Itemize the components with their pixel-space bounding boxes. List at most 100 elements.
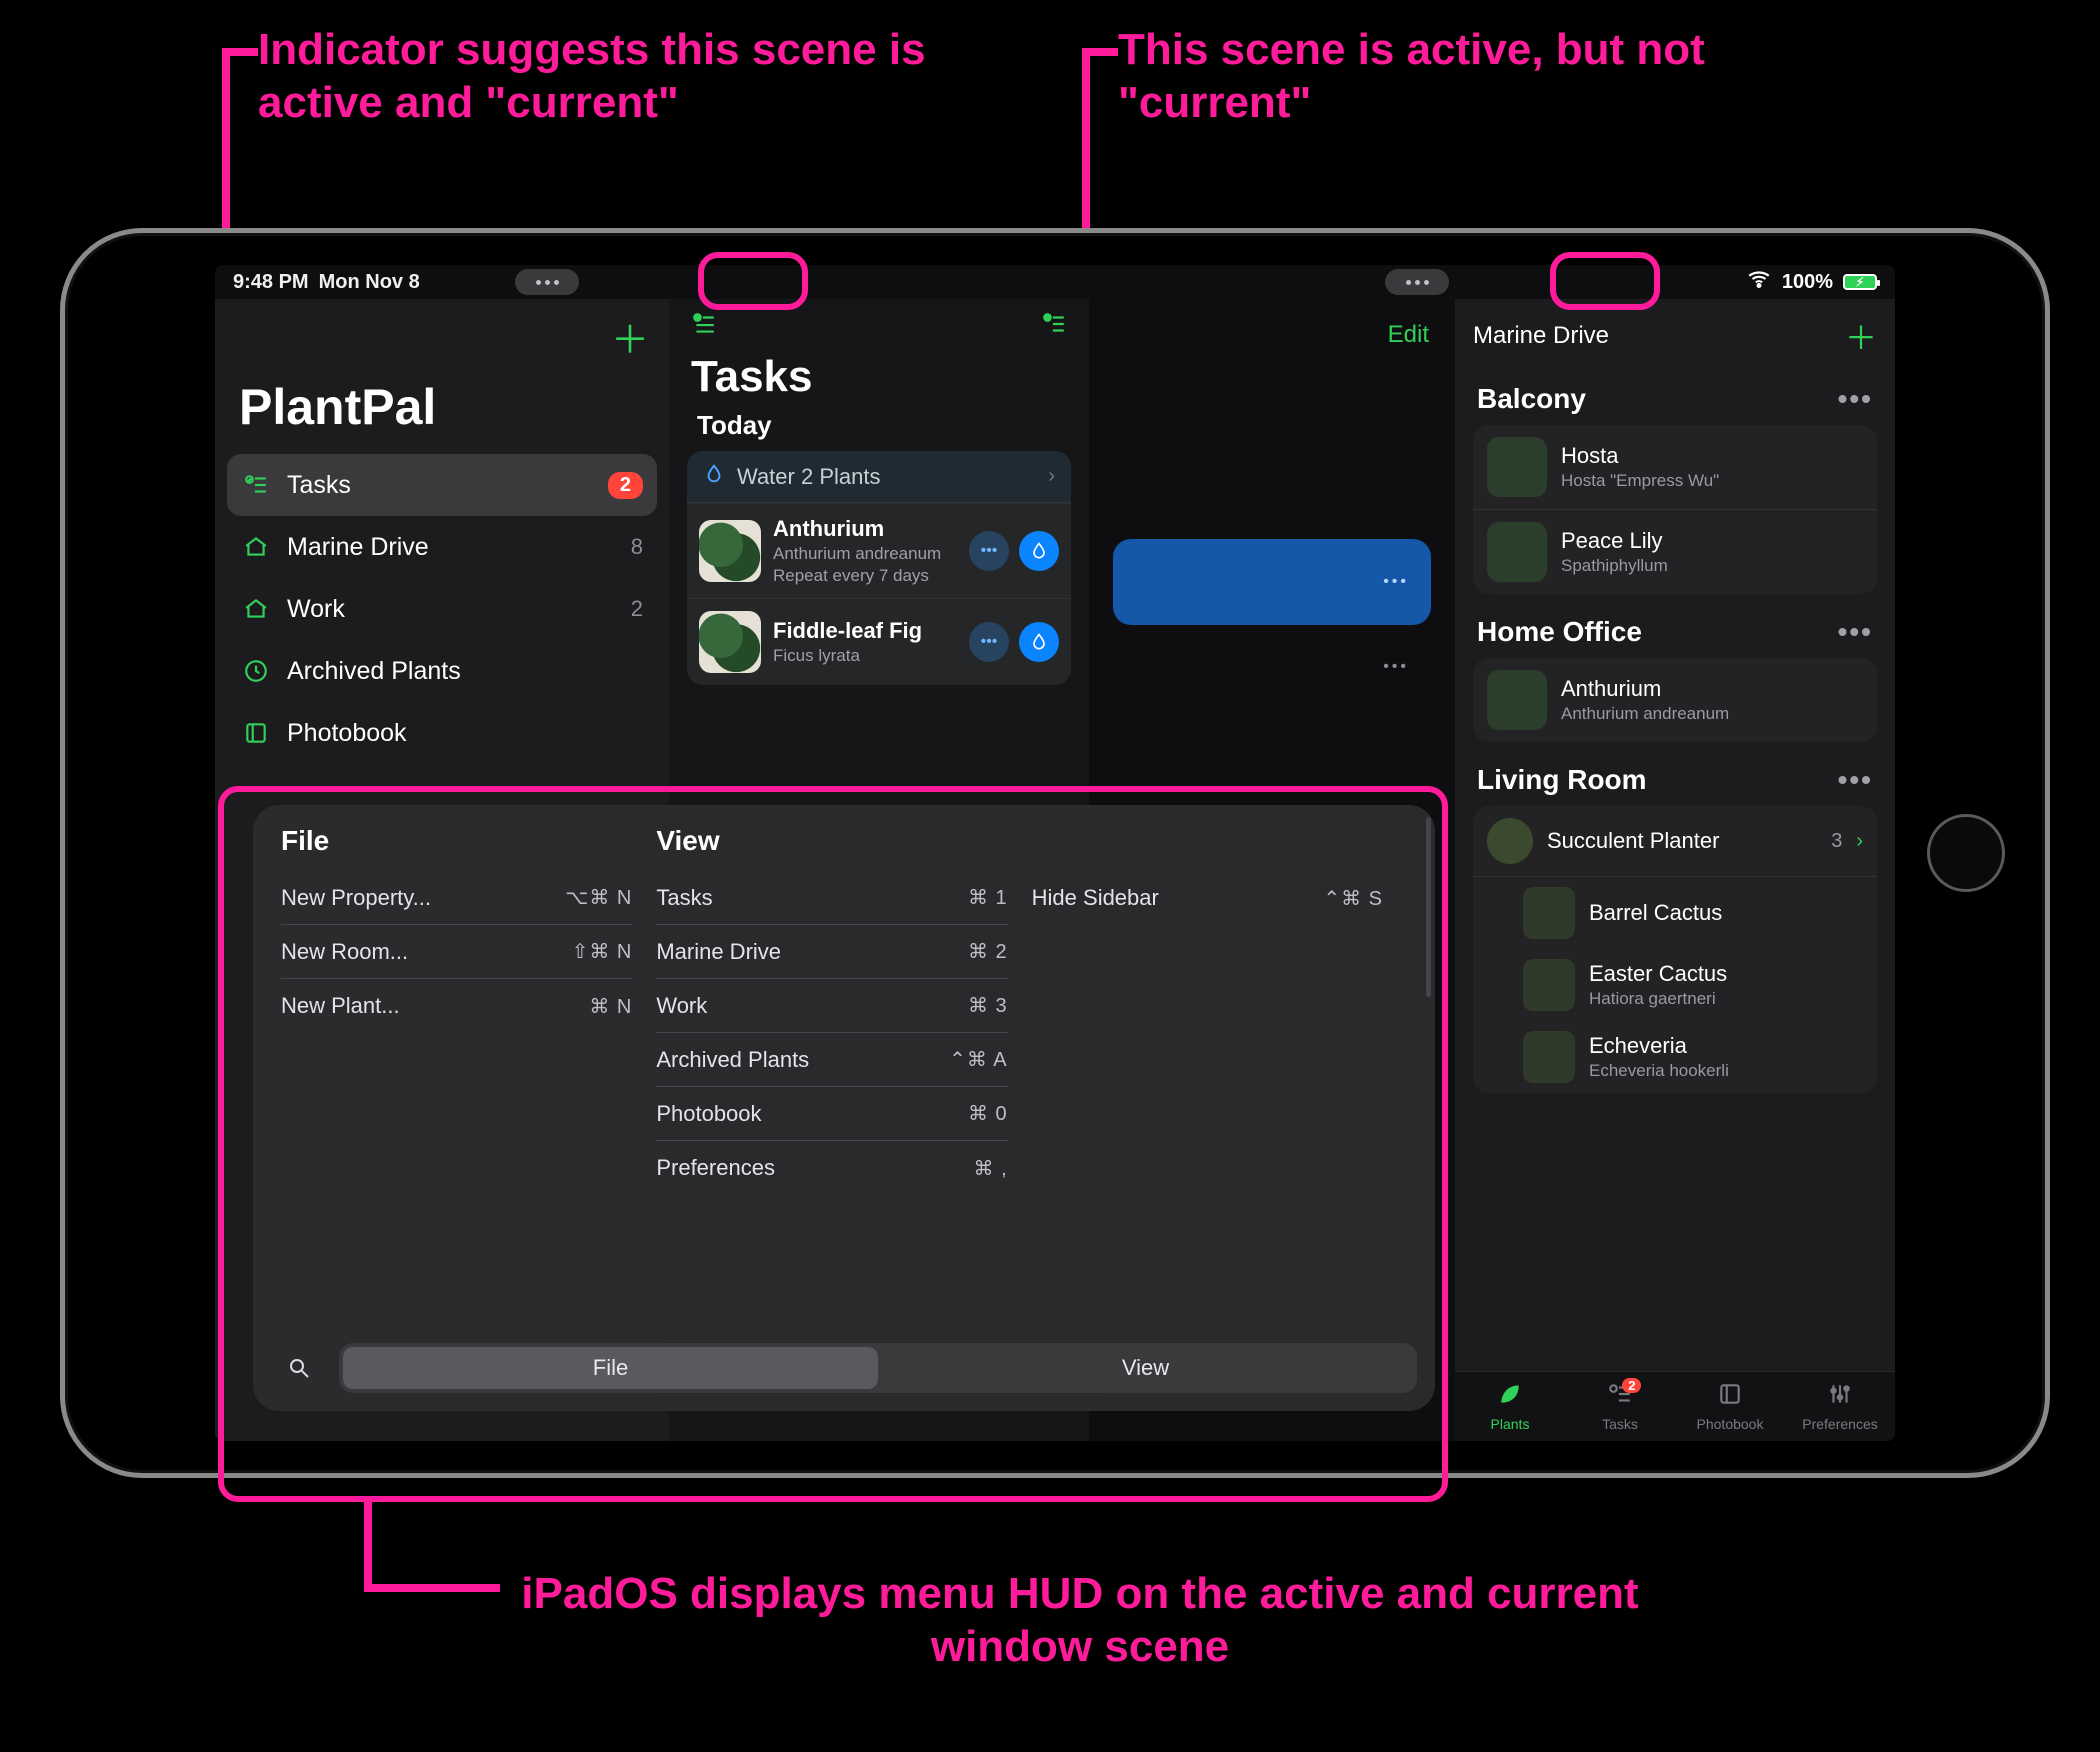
hud-item-label: Photobook [656, 1101, 761, 1127]
hud-menu-item[interactable]: Tasks ⌘ 1 [656, 871, 1007, 925]
battery-percent: 100% [1782, 271, 1833, 294]
plant-thumbnail [1523, 959, 1575, 1011]
plant-sci: Hosta "Empress Wu" [1561, 471, 1719, 491]
annotation-line [364, 1498, 372, 1592]
hud-menu-item[interactable]: New Plant... ⌘ N [281, 979, 632, 1033]
filter-checklist-icon[interactable] [691, 311, 717, 342]
tab-label: Photobook [1697, 1416, 1764, 1432]
plant-sci: Spathiphyllum [1561, 556, 1668, 576]
task-row[interactable]: Anthurium Anthurium andreanum Repeat eve… [687, 503, 1071, 598]
hud-item-shortcut: ⌘ N [589, 994, 632, 1019]
detail-card[interactable]: ••• [1113, 539, 1431, 625]
edit-button[interactable]: Edit [1388, 321, 1429, 349]
room-name: Living Room [1477, 764, 1647, 796]
tab-label: Preferences [1802, 1416, 1877, 1432]
task-plant-sci: Anthurium andreanum [773, 544, 957, 564]
tab-photobook[interactable]: Photobook [1675, 1372, 1785, 1441]
room-more-button[interactable]: ••• [1838, 383, 1873, 415]
annotation-box-left [698, 252, 808, 310]
plant-row[interactable]: Anthurium Anthurium andreanum [1473, 658, 1877, 742]
room-home-office: Home Office ••• Anthurium Anthurium andr… [1455, 598, 1895, 746]
task-group: Water 2 Plants › Anthurium Anthurium and… [687, 451, 1071, 685]
home-icon [241, 534, 271, 560]
hud-menu-item[interactable]: Preferences ⌘ , [656, 1141, 1007, 1195]
plant-thumbnail [1523, 887, 1575, 939]
hud-menu-item[interactable]: Archived Plants ⌃⌘ A [656, 1033, 1007, 1087]
app-title: PlantPal [215, 364, 669, 454]
room-more-button[interactable]: ••• [1838, 616, 1873, 648]
task-more-button[interactable]: ••• [969, 622, 1009, 662]
task-group-label: Water 2 Plants [737, 464, 1048, 490]
sidebar-list: Tasks 2 Marine Drive 8 [215, 454, 669, 764]
sidebar-item-label: Marine Drive [287, 533, 615, 562]
segment-file[interactable]: File [343, 1347, 878, 1389]
plant-thumbnail [1487, 522, 1547, 582]
annotation-line [364, 1584, 500, 1592]
plant-row[interactable]: Echeveria Echeveria hookerli [1473, 1021, 1877, 1093]
chevron-right-icon: › [1856, 830, 1863, 853]
task-plant-sci: Ficus lyrata [773, 646, 957, 666]
add-plant-button[interactable]: ＋ [1845, 313, 1877, 359]
sidebar-item-count: 2 [631, 596, 643, 622]
tab-label: Tasks [1602, 1416, 1638, 1432]
task-water-button[interactable] [1019, 622, 1059, 662]
sidebar-item-label: Photobook [287, 719, 643, 748]
tab-tasks[interactable]: 2 Tasks [1565, 1372, 1675, 1441]
sidebar-item-marine-drive[interactable]: Marine Drive 8 [227, 516, 657, 578]
clock-icon [241, 658, 271, 684]
task-row[interactable]: Fiddle-leaf Fig Ficus lyrata ••• [687, 598, 1071, 685]
hud-section-title: View [656, 825, 1007, 857]
plant-row[interactable]: Hosta Hosta "Empress Wu" [1473, 425, 1877, 509]
sidebar-item-work[interactable]: Work 2 [227, 578, 657, 640]
ipad-frame: 9:48 PM Mon Nov 8 100% ⚡︎ [60, 228, 2050, 1478]
sidebar-item-tasks[interactable]: Tasks 2 [227, 454, 657, 516]
detail-more[interactable]: ••• [1113, 639, 1431, 695]
group-name: Succulent Planter [1547, 828, 1817, 854]
home-button[interactable] [1927, 814, 2005, 892]
scroll-indicator[interactable] [1426, 817, 1431, 997]
hud-item-label: Marine Drive [656, 939, 781, 965]
water-drop-icon [703, 463, 725, 490]
hud-menu-item[interactable]: Marine Drive ⌘ 2 [656, 925, 1007, 979]
hud-item-label: Hide Sidebar [1032, 885, 1159, 911]
sort-checklist-icon[interactable] [1041, 311, 1067, 342]
tab-label: Plants [1491, 1416, 1530, 1432]
plant-group-row[interactable]: Succulent Planter 3 › [1473, 806, 1877, 877]
hud-search-button[interactable] [271, 1343, 327, 1393]
sidebar-item-label: Work [287, 595, 615, 624]
hud-menu-item[interactable]: New Property... ⌥⌘ N [281, 871, 632, 925]
hud-item-shortcut: ⌘ , [974, 1156, 1008, 1181]
hud-menu-item[interactable]: Photobook ⌘ 0 [656, 1087, 1007, 1141]
add-button[interactable]: ＋ [611, 309, 649, 364]
wifi-icon [1746, 266, 1772, 298]
screen: 9:48 PM Mon Nov 8 100% ⚡︎ [215, 265, 1895, 1441]
hud-segmented-control[interactable]: File View [339, 1343, 1417, 1393]
hud-menu-item[interactable]: Work ⌘ 3 [656, 979, 1007, 1033]
hud-menu-item[interactable]: New Room... ⇧⌘ N [281, 925, 632, 979]
chevron-right-icon: › [1048, 465, 1055, 488]
plant-row[interactable]: Barrel Cactus [1473, 877, 1877, 949]
plant-row[interactable]: Easter Cactus Hatiora gaertneri [1473, 949, 1877, 1021]
tab-plants[interactable]: Plants [1455, 1372, 1565, 1441]
sidebar-item-archived[interactable]: Archived Plants [227, 640, 657, 702]
hud-menu-item[interactable]: Hide Sidebar ⌃⌘ S [1032, 871, 1383, 925]
task-group-header[interactable]: Water 2 Plants › [687, 451, 1071, 503]
annotation-top-right: This scene is active, but not "current" [1118, 24, 1798, 130]
multitasking-indicator-right[interactable] [1385, 269, 1449, 295]
tab-preferences[interactable]: Preferences [1785, 1372, 1895, 1441]
hud-section-title: File [281, 825, 632, 857]
sidebar-item-photobook[interactable]: Photobook [227, 702, 657, 764]
annotation-bottom: iPadOS displays menu HUD on the active a… [500, 1568, 1660, 1674]
hud-item-shortcut: ⌃⌘ A [949, 1047, 1008, 1072]
task-water-button[interactable] [1019, 531, 1059, 571]
plant-row[interactable]: Peace Lily Spathiphyllum [1473, 509, 1877, 594]
room-more-button[interactable]: ••• [1838, 764, 1873, 796]
hud-item-label: Preferences [656, 1155, 775, 1181]
group-thumbnail [1487, 818, 1533, 864]
multitasking-indicator-left[interactable] [515, 269, 579, 295]
segment-view[interactable]: View [878, 1347, 1413, 1389]
home-icon [241, 596, 271, 622]
status-time: 9:48 PM [233, 271, 309, 294]
task-more-button[interactable]: ••• [969, 531, 1009, 571]
plant-name: Hosta [1561, 443, 1719, 469]
